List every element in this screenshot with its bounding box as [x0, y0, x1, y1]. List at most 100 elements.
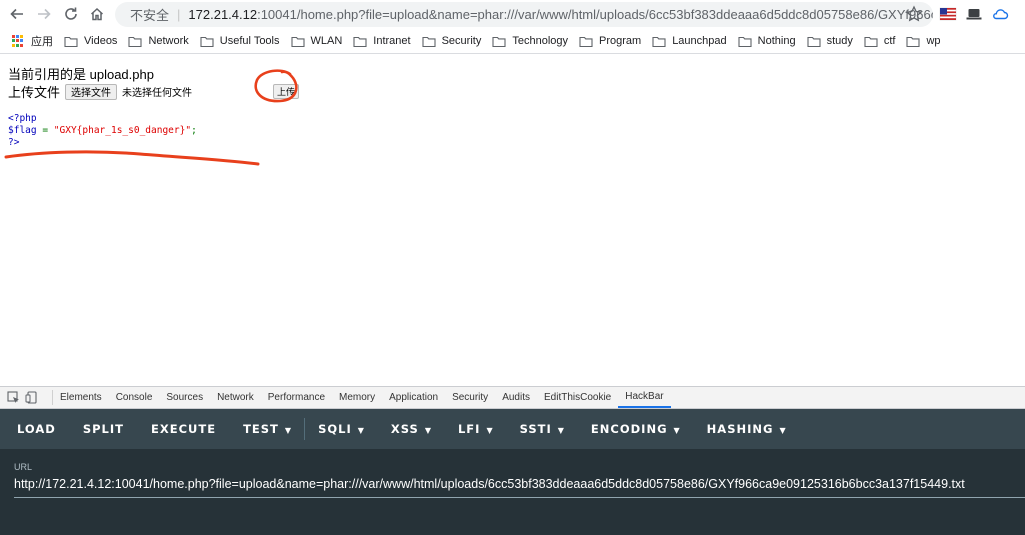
caret-down-icon: ▼ — [557, 426, 564, 435]
menu-label: SSTI — [519, 422, 552, 436]
bookmark-folder[interactable]: Nothing — [738, 35, 796, 47]
code-semicolon: ; — [191, 125, 197, 136]
devtools-tab[interactable]: Memory — [332, 387, 382, 408]
bookmark-apps[interactable]: 应用 — [12, 33, 53, 49]
bookmark-label: Technology — [512, 35, 568, 47]
hackbar-lfi-menu[interactable]: LFI ▼ — [458, 422, 493, 436]
folder-icon — [290, 36, 305, 47]
caret-down-icon: ▼ — [486, 426, 493, 435]
bookmark-folder[interactable]: Network — [128, 35, 189, 47]
folder-icon — [906, 36, 921, 47]
toolbar-divider — [304, 418, 306, 440]
hackbar-load-button[interactable]: LOAD — [17, 422, 56, 436]
devtools-tab[interactable]: EditThisCookie — [537, 387, 618, 408]
bookmark-label: Videos — [84, 35, 118, 47]
caret-down-icon: ▼ — [673, 426, 680, 435]
cloud-icon[interactable] — [991, 6, 1009, 22]
menu-label: SQLI — [318, 422, 352, 436]
url-field-label: URL — [14, 462, 33, 472]
hackbar-toolbar: LOAD SPLIT EXECUTE TEST ▼ SQLI ▼ XSS ▼ LFI ▼… — [0, 409, 1025, 449]
bookmark-folder[interactable]: Security — [422, 35, 482, 47]
omnibox-separator: | — [177, 7, 181, 22]
bookmark-label: Nothing — [757, 35, 796, 47]
bookmark-label: study — [826, 35, 853, 47]
code-line: $flag = "GXY{phar_1s_s0_danger}"; — [8, 125, 197, 137]
bookmark-folder[interactable]: Program — [579, 35, 641, 47]
php-source-code: <?php $flag = "GXY{phar_1s_s0_danger}"; … — [8, 113, 197, 149]
devtools-tab[interactable]: Sources — [159, 387, 210, 408]
menu-label: HASHING — [706, 422, 774, 436]
hackbar-panel — [0, 449, 1025, 535]
hackbar-hashing-menu[interactable]: HASHING ▼ — [707, 422, 786, 436]
hackbar-split-button[interactable]: SPLIT — [83, 422, 124, 436]
code-variable: $flag — [8, 125, 37, 136]
devtools-tab[interactable]: Application — [382, 387, 445, 408]
menu-label: ENCODING — [590, 422, 668, 436]
inspect-element-icon[interactable] — [7, 391, 20, 404]
bookmark-label: 应用 — [31, 36, 53, 48]
hackbar-xss-menu[interactable]: XSS ▼ — [391, 422, 431, 436]
bookmark-label: Launchpad — [672, 35, 727, 47]
bookmark-label: Security — [441, 35, 482, 47]
upload-submit-button[interactable]: 上传 — [273, 84, 300, 99]
bookmark-folder[interactable]: WLAN — [290, 35, 343, 47]
bookmark-folder[interactable]: ctf — [864, 35, 896, 47]
hackbar-sqli-menu[interactable]: SQLI ▼ — [318, 422, 364, 436]
bookmark-folder[interactable]: Videos — [64, 35, 117, 47]
devtools-tab[interactable]: Security — [445, 387, 495, 408]
home-icon[interactable] — [84, 1, 110, 27]
bookmark-label: wp — [926, 35, 941, 47]
bookmark-folder[interactable]: Launchpad — [652, 35, 727, 47]
laptop-icon[interactable] — [965, 6, 983, 22]
hackbar-encoding-menu[interactable]: ENCODING ▼ — [591, 422, 680, 436]
menu-label: LFI — [457, 422, 481, 436]
menu-label: XSS — [390, 422, 419, 436]
devtools-tab[interactable]: Elements — [53, 387, 109, 408]
bookmark-folder[interactable]: Intranet — [353, 35, 411, 47]
bookmark-label: WLAN — [310, 35, 343, 47]
hackbar-ssti-menu[interactable]: SSTI ▼ — [520, 422, 564, 436]
caret-down-icon: ▼ — [779, 426, 786, 435]
folder-icon — [807, 36, 821, 47]
devtools-tab[interactable]: Audits — [495, 387, 537, 408]
bookmark-label: Network — [148, 35, 189, 47]
url-host: 172.21.4.12 — [188, 7, 258, 22]
back-icon[interactable] — [4, 1, 30, 27]
no-file-text: 未选择任何文件 — [122, 88, 193, 99]
folder-icon — [579, 36, 593, 47]
apps-grid-icon — [12, 34, 25, 48]
devtools-tab-hackbar[interactable]: HackBar — [618, 387, 671, 408]
us-flag-icon[interactable] — [939, 6, 957, 22]
bookmark-label: Program — [599, 35, 642, 47]
browser-toolbar: 不安全 | 172.21.4.12 :10041/home.php?file=u… — [0, 0, 1025, 29]
bookmark-folder[interactable]: study — [807, 35, 853, 47]
folder-icon — [422, 36, 436, 47]
device-toolbar-icon[interactable] — [25, 391, 38, 404]
bookmark-folder[interactable]: wp — [906, 35, 941, 47]
folder-icon — [64, 36, 78, 47]
choose-file-button[interactable]: 选择文件 — [65, 83, 118, 100]
hackbar-execute-button[interactable]: EXECUTE — [151, 422, 216, 436]
devtools-tool-icons — [0, 390, 53, 405]
insecure-label: 不安全 — [130, 8, 170, 23]
folder-icon — [200, 36, 214, 47]
flag-string: "GXY{phar_1s_s0_danger}" — [53, 125, 192, 136]
bookmark-star-icon[interactable] — [905, 5, 923, 23]
code-line: <?php — [8, 113, 37, 124]
devtools-tab[interactable]: Console — [109, 387, 160, 408]
bookmark-label: Useful Tools — [219, 35, 280, 47]
caret-down-icon: ▼ — [424, 426, 431, 435]
hackbar-url-input[interactable]: http://172.21.4.12:10041/home.php?file=u… — [14, 477, 1025, 491]
bookmark-folder[interactable]: Technology — [492, 35, 568, 47]
devtools-tab[interactable]: Network — [210, 387, 261, 408]
bookmark-folder[interactable]: Useful Tools — [200, 35, 280, 47]
devtools-tab[interactable]: Performance — [261, 387, 332, 408]
bookmark-label: ctf — [883, 35, 896, 47]
address-bar[interactable]: 不安全 | 172.21.4.12 :10041/home.php?file=u… — [115, 2, 933, 27]
hackbar-test-menu[interactable]: TEST ▼ — [243, 422, 291, 436]
folder-icon — [738, 36, 752, 47]
reload-icon[interactable] — [58, 1, 84, 27]
forward-icon[interactable] — [31, 1, 57, 27]
folder-icon — [864, 36, 878, 47]
bookmarks-bar: 应用 Videos Network Useful Tools WLAN Intr… — [0, 29, 1025, 54]
